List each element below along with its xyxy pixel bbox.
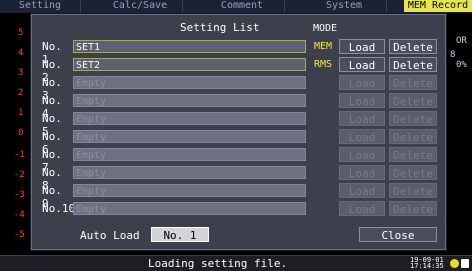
axis-label: 3: [18, 68, 24, 78]
setting-name-field[interactable]: SET1: [73, 40, 306, 53]
mode-column-header: MODE: [313, 23, 338, 34]
setting-row: No. 6 Empty Load Delete: [32, 128, 445, 156]
delete-button: Delete: [389, 165, 437, 180]
tab-calc-save[interactable]: Calc/Save: [98, 0, 183, 12]
axis-label: 4: [18, 48, 24, 58]
setting-row: No. 8 Empty Load Delete: [32, 164, 445, 192]
row-number: No.10: [42, 202, 76, 215]
setting-name-field[interactable]: SET2: [73, 58, 306, 71]
setting-name-field[interactable]: Empty: [73, 148, 306, 161]
setting-name-field[interactable]: Empty: [73, 130, 306, 143]
axis-label: 5: [18, 28, 24, 38]
right-edge-label: OR: [456, 36, 467, 46]
delete-button: Delete: [389, 75, 437, 90]
setting-name-field[interactable]: Empty: [73, 166, 306, 179]
load-button: Load: [339, 165, 385, 180]
tab-bar: Setting Calc/Save Comment System MEM Rec…: [0, 0, 472, 13]
axis-label: 0: [18, 128, 24, 138]
power-icon: [450, 259, 459, 268]
axis-label: -2: [14, 170, 25, 180]
status-time: 17:14:35: [410, 262, 444, 270]
setting-row: No. 7 Empty Load Delete: [32, 146, 445, 174]
auto-load-label: Auto Load: [80, 229, 140, 242]
tab-comment[interactable]: Comment: [200, 0, 285, 12]
delete-button[interactable]: Delete: [389, 57, 437, 72]
delete-button: Delete: [389, 183, 437, 198]
setting-row: No. 9 Empty Load Delete: [32, 182, 445, 210]
setting-name-field[interactable]: Empty: [73, 184, 306, 197]
setting-row: No. 4 Empty Load Delete: [32, 92, 445, 120]
load-button: Load: [339, 201, 385, 216]
auto-load-select[interactable]: No. 1: [151, 227, 209, 242]
setting-name-field[interactable]: Empty: [73, 76, 306, 89]
status-bar: Loading setting file. 19-09-01 17:14:35: [0, 255, 472, 271]
tab-system[interactable]: System: [302, 0, 387, 12]
close-button[interactable]: Close: [359, 227, 437, 242]
load-button: Load: [339, 129, 385, 144]
setting-name-field[interactable]: Empty: [73, 112, 306, 125]
load-button: Load: [339, 147, 385, 162]
tab-setting[interactable]: Setting: [0, 0, 81, 12]
delete-button[interactable]: Delete: [389, 39, 437, 54]
delete-button: Delete: [389, 111, 437, 126]
load-button[interactable]: Load: [339, 57, 385, 72]
status-clock: 19-09-01 17:14:35: [410, 257, 444, 270]
load-button: Load: [339, 183, 385, 198]
memory-card-icon: [461, 259, 469, 268]
load-button[interactable]: Load: [339, 39, 385, 54]
setting-row: No. 1 SET1 MEM Load Delete: [32, 38, 445, 66]
load-button: Load: [339, 75, 385, 90]
dialog-title: Setting List: [180, 21, 260, 34]
axis-label: 1: [18, 108, 24, 118]
setting-row: No.10 Empty Load Delete: [32, 200, 445, 218]
right-edge-label: 8: [450, 50, 456, 60]
delete-button: Delete: [389, 147, 437, 162]
status-message: Loading setting file.: [148, 257, 288, 270]
setting-row: No. 3 Empty Load Delete: [32, 74, 445, 102]
right-edge-label: 0%: [456, 60, 467, 70]
setting-row: No. 5 Empty Load Delete: [32, 110, 445, 138]
mode-value: MEM: [314, 41, 333, 52]
delete-button: Delete: [389, 201, 437, 216]
tab-mem-record[interactable]: MEM Record: [404, 0, 472, 12]
load-button: Load: [339, 111, 385, 126]
setting-list-dialog: Setting List MODE No. 1 SET1 MEM Load De…: [31, 14, 446, 250]
axis-label: -4: [14, 210, 25, 220]
delete-button: Delete: [389, 93, 437, 108]
load-button: Load: [339, 93, 385, 108]
setting-name-field[interactable]: Empty: [73, 94, 306, 107]
delete-button: Delete: [389, 129, 437, 144]
setting-row: No. 2 SET2 RMS Load Delete: [32, 56, 445, 84]
axis-label: -3: [14, 190, 25, 200]
setting-name-field[interactable]: Empty: [73, 202, 306, 215]
axis-label: -5: [14, 230, 25, 240]
axis-label: -1: [14, 150, 25, 160]
mode-value: RMS: [314, 59, 333, 70]
axis-label: 2: [18, 88, 24, 98]
